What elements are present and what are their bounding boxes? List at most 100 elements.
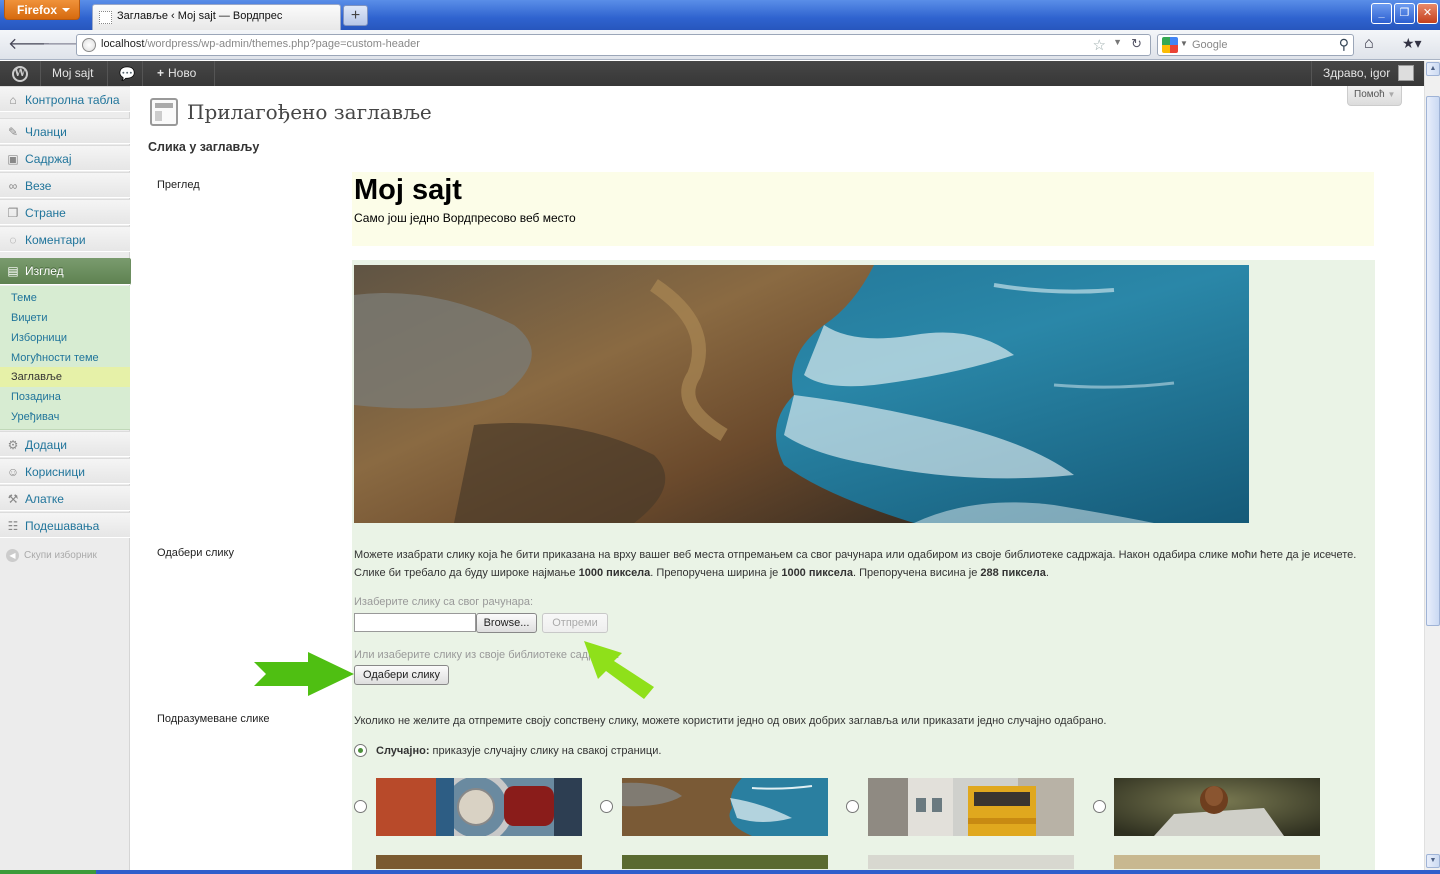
firefox-menu-button[interactable]: Firefox [4, 0, 80, 20]
users-icon: ☺ [6, 465, 20, 479]
submenu-item-background[interactable]: Позадина [0, 387, 130, 407]
minimize-button[interactable]: _ [1371, 3, 1392, 24]
default-image-radio[interactable] [1093, 800, 1106, 813]
maximize-button[interactable]: ❐ [1394, 3, 1415, 24]
upload-desc-text: . [1045, 567, 1049, 579]
sidebar-item-plugins[interactable]: ⚙ Додаци [0, 431, 130, 457]
forward-arrow-icon[interactable]: 🡒 [42, 34, 85, 56]
sidebar-item-settings[interactable]: ☷ Подешавања [0, 512, 130, 538]
sidebar-item-appearance[interactable]: ▤ Изглед [0, 258, 138, 285]
media-icon: ▣ [7, 152, 19, 166]
min-width-value: 1000 пиксела [578, 567, 651, 579]
home-icon: ⌂ [9, 93, 17, 107]
search-icon[interactable]: ⚲ [1339, 36, 1349, 53]
scroll-up-icon[interactable]: ▲ [1426, 62, 1440, 76]
default-image-thumbnail[interactable] [622, 778, 828, 836]
recommended-height-value: 288 пиксела [980, 567, 1046, 579]
reload-icon[interactable]: ↻ [1131, 36, 1142, 52]
submenu-item-editor[interactable]: Уређивач [0, 407, 130, 427]
adminbar-site-name[interactable]: Мој sajt [41, 61, 108, 86]
default-image-thumbnail[interactable] [622, 855, 828, 869]
upload-description-line1: Можете изабрати слику која ће бити прика… [354, 549, 1357, 561]
page-scrollbar[interactable]: ▲ ▼ [1424, 61, 1440, 874]
random-option-label: Случајно: приказује случајну слику на св… [376, 742, 661, 760]
bookmark-star-icon[interactable]: ☆ [1093, 36, 1106, 54]
scroll-thumb[interactable] [1426, 96, 1440, 626]
submenu-item-menus[interactable]: Изборници [0, 328, 130, 348]
close-window-button[interactable]: ✕ [1417, 3, 1438, 24]
globe-icon [82, 38, 96, 52]
sidebar-item-media[interactable]: ▣ Садржај [0, 145, 130, 171]
url-path: /wordpress/wp-admin/themes.php?page=cust… [144, 38, 420, 50]
sidebar-item-label: Стране [25, 206, 66, 220]
from-computer-label: Изаберите слику са свог рачунара: [354, 596, 534, 608]
adminbar-new-label: Ново [168, 66, 197, 80]
default-image-thumbnail[interactable] [376, 778, 582, 836]
submenu-item-themes[interactable]: Теме [0, 288, 130, 308]
sidebar-item-label: Контролна табла [25, 93, 120, 107]
sidebar-item-label: Корисници [25, 465, 85, 479]
annotation-arrow-icon [254, 652, 354, 696]
default-image-thumbnail[interactable] [1114, 778, 1320, 836]
sidebar-item-label: Подешавања [25, 519, 100, 533]
pin-icon: ✎ [7, 125, 19, 139]
comment-icon: ◌ [9, 233, 17, 247]
browse-button[interactable]: Browse... [476, 613, 537, 633]
page-icon: ❐ [7, 206, 19, 220]
wordpress-logo-icon: W [12, 66, 28, 82]
collapse-menu[interactable]: ◀ Скупи изборник [6, 549, 97, 562]
random-radio[interactable] [354, 744, 367, 757]
chevron-down-icon: ▼ [1387, 90, 1396, 99]
sidebar-item-label: Садржај [25, 152, 72, 166]
default-image-thumbnail[interactable] [868, 855, 1074, 869]
home-icon[interactable]: ⌂ [1364, 35, 1374, 53]
adminbar-account[interactable]: Здраво, igor [1311, 61, 1424, 86]
default-image-radio[interactable] [600, 800, 613, 813]
preview-tagline: Само још једно Вордпресово веб место [354, 211, 576, 225]
comments-icon[interactable]: 💬 [108, 61, 143, 86]
appearance-icon: ▤ [7, 264, 19, 278]
search-engine-dropdown-icon[interactable]: ▼ [1180, 39, 1188, 48]
sidebar-item-comments[interactable]: ◌ Коментари [0, 226, 130, 252]
url-bar[interactable]: localhost/wordpress/wp-admin/themes.php?… [76, 34, 1151, 56]
adminbar-new[interactable]: + Ново [143, 61, 215, 86]
sidebar-item-pages[interactable]: ❐ Стране [0, 199, 130, 225]
sidebar-item-links[interactable]: ∞ Везе [0, 172, 130, 198]
recommended-width-value: 1000 пиксела [781, 567, 853, 579]
submenu-item-theme-options[interactable]: Могућности теме [0, 348, 130, 368]
search-input[interactable]: ▼ Google ⚲ [1157, 34, 1354, 56]
avatar [1398, 65, 1414, 81]
upload-desc-text: . Препоручена висина је [852, 567, 981, 579]
default-image-thumbnail[interactable] [1114, 855, 1320, 869]
sidebar-item-label: Везе [25, 179, 52, 193]
sidebar-item-posts[interactable]: ✎ Чланци [0, 118, 130, 144]
sidebar-item-dashboard[interactable]: ⌂ Контролна табла [0, 86, 130, 112]
url-host: localhost [101, 38, 145, 50]
sidebar-item-tools[interactable]: ⚒ Алатке [0, 485, 130, 511]
url-dropdown-icon[interactable]: ▼ [1113, 37, 1122, 47]
back-arrow-icon[interactable]: 🡐 [8, 34, 51, 56]
default-image-radio[interactable] [354, 800, 367, 813]
new-tab-button[interactable]: + [343, 5, 368, 26]
choose-image-label: Одабери слику [157, 547, 234, 559]
chevron-down-icon [62, 8, 70, 12]
plugin-icon: ⚙ [7, 438, 19, 452]
sidebar-item-users[interactable]: ☺ Корисници [0, 458, 130, 484]
submenu-item-widgets[interactable]: Виџети [0, 308, 130, 328]
wp-logo-menu[interactable]: W [0, 61, 41, 86]
wp-admin-bar: W Мој sajt 💬 + Ново Здраво, igor [0, 61, 1424, 86]
adminbar-greeting: Здраво, igor [1323, 66, 1391, 80]
upload-button[interactable]: Отпреми [542, 613, 608, 633]
file-input[interactable] [354, 613, 476, 632]
scroll-down-icon[interactable]: ▼ [1426, 854, 1440, 868]
default-image-radio[interactable] [846, 800, 859, 813]
defaults-intro: Уколико не желите да отпремите своју соп… [354, 715, 1107, 727]
choose-image-button[interactable]: Одабери слику [354, 665, 449, 685]
browser-tab[interactable]: Заглавље ‹ Мој sajt — Вордпрес [92, 4, 341, 30]
default-image-thumbnail[interactable] [868, 778, 1074, 836]
header-preview: Мој sajt Само још једно Вордпресово веб … [352, 172, 1374, 246]
default-image-thumbnail[interactable] [376, 855, 582, 869]
bookmarks-menu-icon[interactable]: ★▾ [1402, 35, 1422, 52]
help-tab-button[interactable]: Помоћ ▼ [1347, 86, 1402, 106]
submenu-item-header[interactable]: Заглавље [0, 367, 130, 387]
